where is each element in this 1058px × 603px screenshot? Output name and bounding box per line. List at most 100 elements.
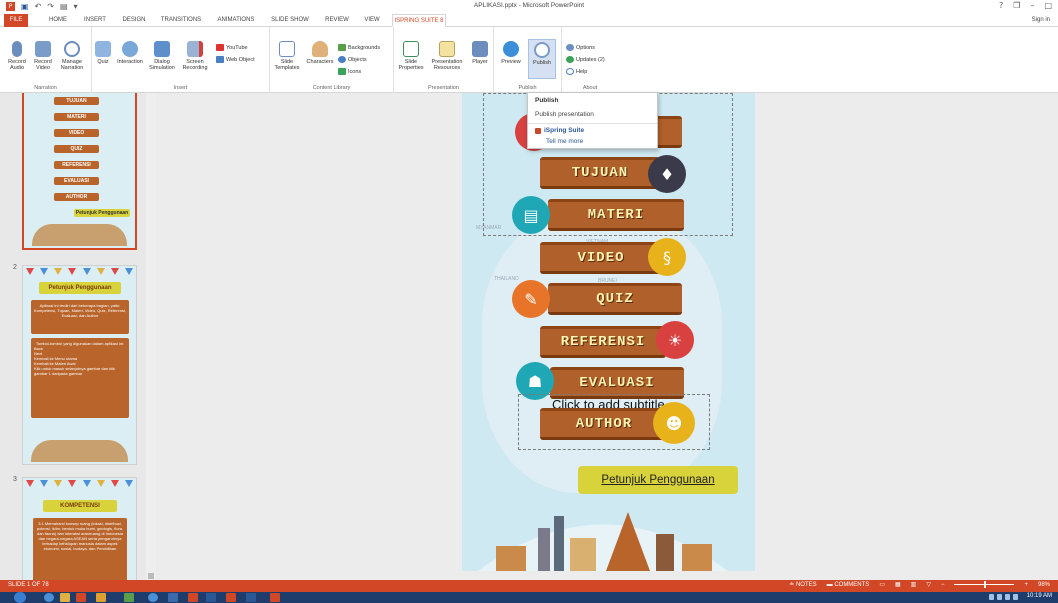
- tell-me-more-link[interactable]: Tell me more: [546, 138, 583, 145]
- quiz-button[interactable]: Quiz: [94, 41, 112, 65]
- web-object-button[interactable]: Web Object: [216, 56, 255, 63]
- menu-sign-referensi[interactable]: REFERENSI: [540, 326, 666, 358]
- help-menu-button[interactable]: Help: [566, 68, 587, 75]
- app-icon[interactable]: [124, 593, 134, 602]
- dialog-icon: [154, 41, 170, 57]
- tab-ispring-suite[interactable]: ISPRING SUITE 8: [392, 14, 446, 27]
- clock[interactable]: 10:19 AM: [1027, 593, 1052, 599]
- manage-narration-button[interactable]: Manage Narration: [58, 41, 86, 71]
- dialog-simulation-button[interactable]: Dialog Simulation: [148, 41, 176, 71]
- thumb-item: AUTHOR: [54, 193, 99, 201]
- backgrounds-button[interactable]: Backgrounds: [338, 44, 380, 51]
- objects-button[interactable]: Objects: [338, 56, 367, 63]
- characters-button[interactable]: Characters: [304, 41, 336, 65]
- thumb-item: Petunjuk Penggunaan: [74, 209, 130, 217]
- zoom-in-button[interactable]: +: [1024, 582, 1028, 588]
- tab-review[interactable]: REVIEW: [322, 14, 352, 27]
- icons-button[interactable]: Icons: [338, 68, 361, 75]
- tab-insert[interactable]: INSERT: [80, 14, 110, 27]
- zoom-out-button[interactable]: −: [941, 582, 945, 588]
- tab-animations[interactable]: ANIMATIONS: [214, 14, 258, 27]
- slide-thumbnail-1[interactable]: TUJUAN MATERI VIDEO QUIZ REFERENSI EVALU…: [22, 93, 137, 250]
- thumb-item: VIDEO: [54, 129, 99, 137]
- media-icon[interactable]: [76, 593, 86, 602]
- thumb-item: MATERI: [54, 113, 99, 121]
- app-icon[interactable]: [188, 593, 198, 602]
- sign-in-link[interactable]: Sign in: [1032, 14, 1050, 27]
- slide-templates-button[interactable]: Slide Templates: [272, 41, 302, 71]
- slideshow-icon[interactable]: ▽: [926, 581, 931, 588]
- notes-button[interactable]: ≐ NOTES: [789, 581, 816, 588]
- battery-icon[interactable]: [1005, 594, 1010, 600]
- slide-properties-button[interactable]: Slide Properties: [396, 41, 426, 71]
- reading-view-icon[interactable]: ▥: [911, 581, 917, 588]
- help-button[interactable]: ?: [999, 1, 1003, 10]
- interaction-button[interactable]: Interaction: [114, 41, 146, 65]
- scroll-down-arrow[interactable]: [148, 573, 154, 579]
- screen-recording-button[interactable]: Screen Recording: [178, 41, 212, 71]
- tab-view[interactable]: VIEW: [360, 14, 384, 27]
- volume-icon[interactable]: [997, 594, 1002, 600]
- menu-sign-materi[interactable]: MATERI: [548, 199, 684, 231]
- app-icon[interactable]: [168, 593, 178, 602]
- tab-file[interactable]: FILE: [4, 14, 28, 27]
- slide-indicator: SLIDE 1 OF 78: [8, 582, 49, 588]
- tab-home[interactable]: HOME: [44, 14, 72, 27]
- magnifier-icon: §: [648, 238, 686, 276]
- app-icon[interactable]: [270, 593, 280, 602]
- network-icon[interactable]: [989, 594, 994, 600]
- app-icon[interactable]: [246, 593, 256, 602]
- menu-sign-author[interactable]: AUTHOR: [540, 408, 668, 440]
- thumb-item: TUJUAN: [54, 97, 99, 105]
- thumb-item: EVALUASI: [54, 177, 99, 185]
- flag-icon[interactable]: [1013, 594, 1018, 600]
- chrome-icon[interactable]: [96, 593, 106, 602]
- preview-button[interactable]: Preview: [498, 41, 524, 65]
- thumbnails-scrollbar[interactable]: [146, 93, 156, 580]
- menu-sign-tujuan[interactable]: TUJUAN: [540, 157, 660, 189]
- thumb-item: QUIZ: [54, 145, 99, 153]
- record-audio-button[interactable]: Record Audio: [6, 41, 28, 71]
- tab-transitions[interactable]: TRANSITIONS: [158, 14, 204, 27]
- zoom-level[interactable]: 98%: [1038, 582, 1050, 588]
- start-button[interactable]: [14, 592, 26, 603]
- normal-view-icon[interactable]: ▭: [879, 581, 885, 588]
- skyline-image: [31, 440, 128, 462]
- app-icon[interactable]: [148, 593, 158, 602]
- comments-button[interactable]: ▬ COMMENTS: [827, 582, 870, 588]
- group-insert: Quiz Interaction Dialog Simulation Scree…: [92, 27, 270, 93]
- explorer-icon[interactable]: [60, 593, 70, 602]
- quiz-paper-icon: ✎: [512, 280, 550, 318]
- zoom-slider[interactable]: [954, 581, 1015, 588]
- publish-tooltip: Publish Publish presentation iSpring Sui…: [527, 92, 658, 149]
- ribbon-display-options-button[interactable]: ❐: [1013, 1, 1020, 10]
- publish-button[interactable]: Publish: [528, 39, 556, 79]
- slide-sorter-icon[interactable]: ▦: [895, 581, 901, 588]
- record-video-button[interactable]: Record Video: [32, 41, 54, 71]
- gear-icon: [566, 44, 574, 51]
- maximize-button[interactable]: □: [1044, 1, 1052, 10]
- tooltip-description: Publish presentation: [535, 111, 594, 118]
- updates-button[interactable]: Updates (2): [566, 56, 605, 63]
- menu-sign-quiz[interactable]: QUIZ: [548, 283, 682, 315]
- tab-slideshow[interactable]: SLIDE SHOW: [268, 14, 312, 27]
- zoom-slider-thumb[interactable]: [984, 581, 987, 588]
- minimize-button[interactable]: –: [1030, 1, 1034, 10]
- petunjuk-penggunaan-button[interactable]: Petunjuk Penggunaan: [578, 466, 738, 494]
- menu-sign-video[interactable]: VIDEO: [540, 242, 662, 274]
- interaction-icon: [122, 41, 138, 57]
- slide-thumbnails-pane[interactable]: TUJUAN MATERI VIDEO QUIZ REFERENSI EVALU…: [0, 93, 148, 580]
- tab-design[interactable]: DESIGN: [118, 14, 150, 27]
- group-publish: Preview Publish Publish: [494, 27, 562, 93]
- youtube-button[interactable]: YouTube: [216, 44, 248, 51]
- player-button[interactable]: Player: [468, 41, 492, 65]
- group-label: Narration: [34, 85, 57, 91]
- skyline-image: [32, 224, 127, 246]
- word-icon[interactable]: [206, 593, 216, 602]
- powerpoint-icon[interactable]: [226, 593, 236, 602]
- options-button[interactable]: Options: [566, 44, 595, 51]
- ie-icon[interactable]: [44, 593, 54, 602]
- slide-thumbnail-2[interactable]: Petunjuk Penggunaan Aplikasi ini terdiri…: [22, 265, 137, 465]
- slide-thumbnail-3[interactable]: KOMPETENSI 3.1 Memahami konsep ruang (lo…: [22, 477, 137, 580]
- presentation-resources-button[interactable]: Presentation Resources: [428, 41, 466, 71]
